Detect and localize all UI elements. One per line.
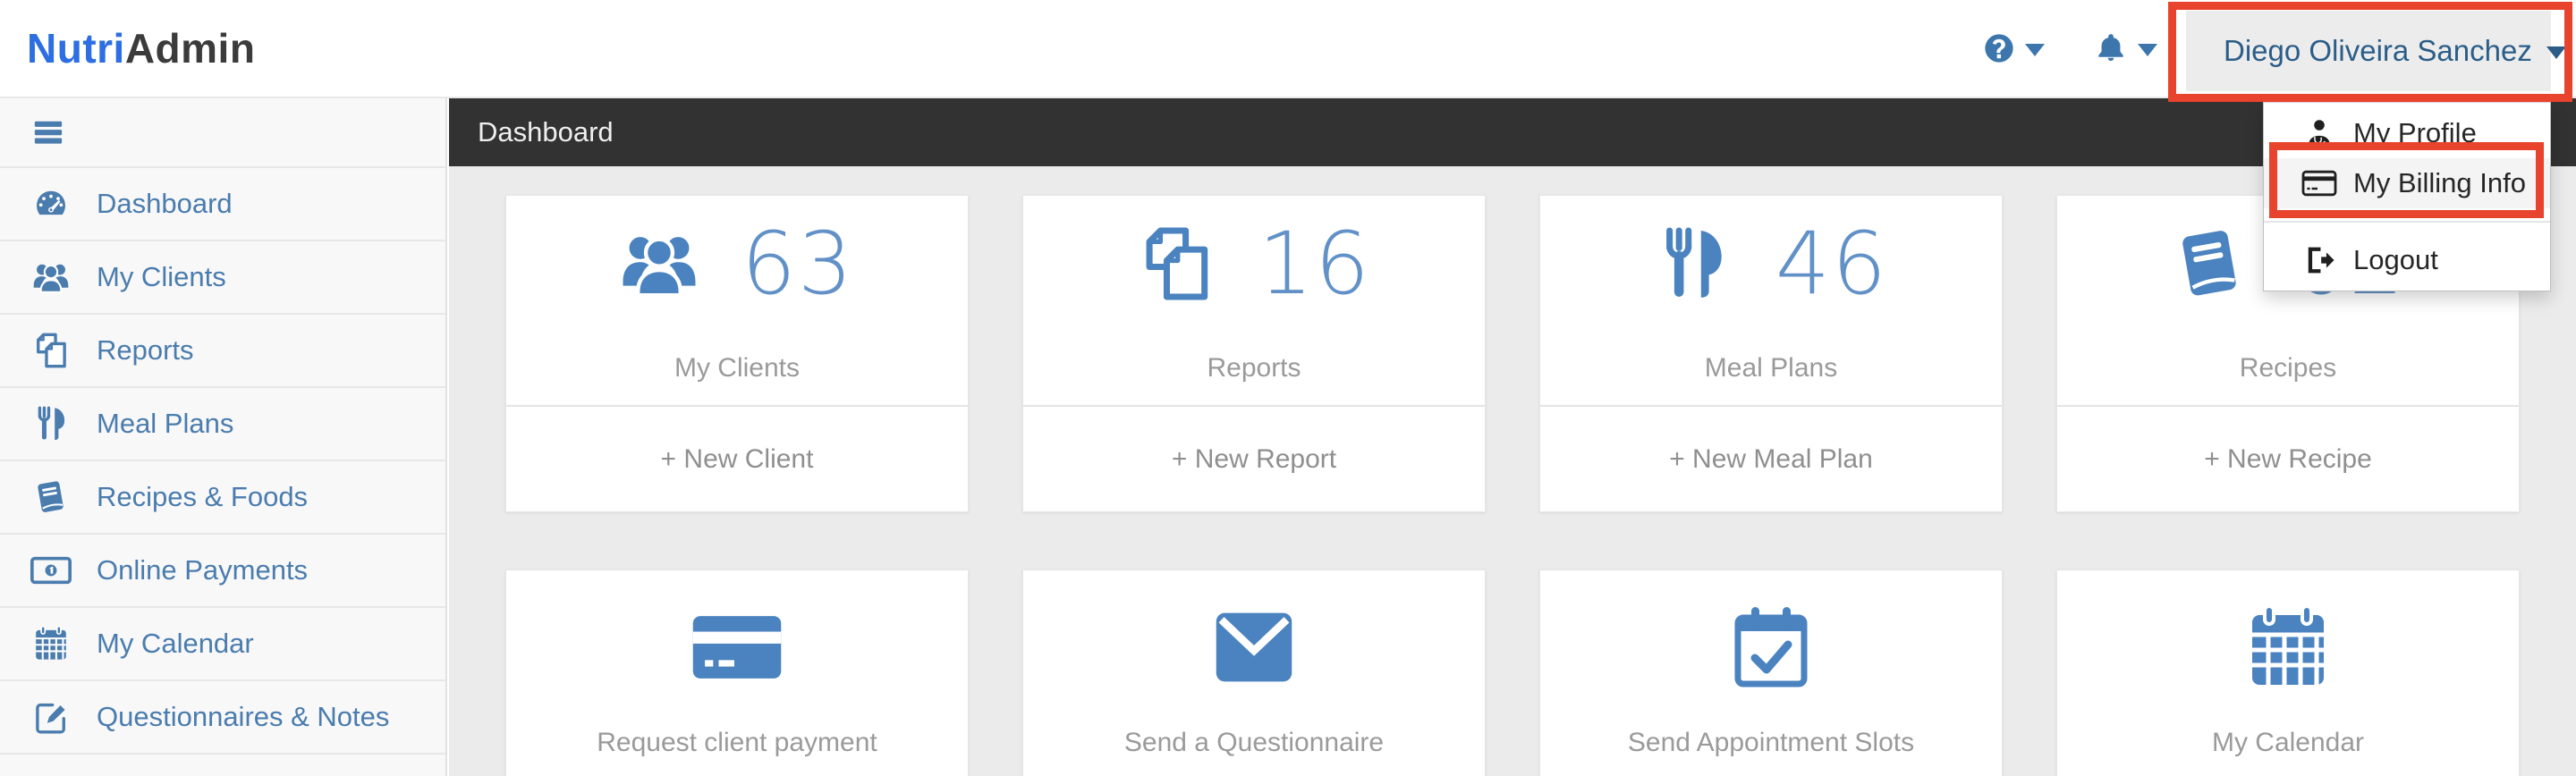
caret-down-icon (2546, 46, 2566, 59)
sign-out-icon (2301, 244, 2337, 276)
stat-label: Recipes (2239, 353, 2337, 383)
top-navbar: NutriAdmin Diego Oliveira Sanchez (0, 0, 2576, 98)
stat-label: My Clients (674, 353, 801, 383)
stat-card-grid: 63 My Clients + New Client 16 Reports + … (505, 195, 2520, 512)
pencil-square-icon (30, 698, 72, 736)
stat-card-body[interactable]: 46 Meal Plans (1540, 196, 2002, 405)
caret-down-icon (2138, 44, 2157, 56)
menu-item-label: Logout (2353, 244, 2438, 275)
app-logo[interactable]: NutriAdmin (27, 24, 255, 72)
sidebar-item-label: My Clients (97, 261, 226, 292)
stat-card-body[interactable]: 63 My Clients (506, 196, 968, 405)
copy-pages-icon (1137, 224, 1216, 303)
sidebar-item-my-calendar[interactable]: My Calendar (0, 608, 445, 681)
sidebar-item-questionnaires-notes[interactable]: Questionnaires & Notes (0, 681, 445, 755)
envelope-icon (1211, 609, 1297, 686)
user-menu-button[interactable]: Diego Oliveira Sanchez (2186, 11, 2566, 91)
user-name: Diego Oliveira Sanchez (2224, 34, 2532, 67)
action-card-label: Send Appointment Slots (1627, 728, 1915, 757)
calendar-icon (30, 625, 72, 662)
cutlery-icon (30, 405, 72, 443)
action-card-request-client-payment[interactable]: Request client payment (505, 569, 969, 776)
stat-card-meal-plans[interactable]: 46 Meal Plans + New Meal Plan (1539, 195, 2003, 512)
sidebar-item-label: Dashboard (97, 188, 233, 219)
user-dropdown-menu: My Profile My Billing Info Logout (2263, 102, 2551, 291)
help-menu-button[interactable] (1984, 0, 2045, 97)
action-card-send-appointment-slots[interactable]: Send Appointment Slots (1539, 569, 2003, 776)
sidebar-item-dashboard[interactable]: Dashboard (0, 168, 445, 241)
dashboard-content: 63 My Clients + New Client 16 Reports + … (449, 166, 2576, 776)
new-meal-plan-button[interactable]: + New Meal Plan (1540, 405, 2002, 511)
help-circle-icon (1984, 33, 2014, 63)
menu-item-label: My Billing Info (2353, 167, 2526, 198)
cutlery-icon (1654, 224, 1733, 303)
logo-text-secondary: Admin (124, 25, 256, 72)
sidebar-item-online-payments[interactable]: Online Payments (0, 535, 445, 608)
calendar-icon (2243, 603, 2333, 692)
stat-card-body[interactable]: 16 Reports (1023, 196, 1485, 405)
user-md-icon (2301, 117, 2337, 149)
sidebar-item-label: Questionnaires & Notes (97, 701, 390, 732)
sidebar-item-recipes-foods[interactable]: Recipes & Foods (0, 461, 445, 535)
users-group-icon (620, 224, 699, 303)
nutriadmin-app: NutriAdmin Diego Oliveira Sanchez Dashbo… (0, 0, 2576, 776)
stat-label: Meal Plans (1704, 353, 1838, 383)
menu-item-label: My Profile (2353, 117, 2477, 148)
action-card-label: Request client payment (597, 728, 877, 757)
dashboard-gauge-icon (30, 185, 72, 223)
credit-card-icon (691, 612, 784, 682)
bell-icon (2095, 32, 2127, 64)
hamburger-icon (30, 116, 66, 148)
page-title-bar: Dashboard (449, 98, 2576, 166)
action-card-label: Send a Questionnaire (1123, 728, 1385, 757)
sidebar: Dashboard My Clients Reports Meal Plans … (0, 98, 447, 776)
logo-text-primary: Nutri (27, 25, 125, 72)
sidebar-item-my-clients[interactable]: My Clients (0, 241, 445, 315)
action-card-my-calendar[interactable]: My Calendar (2056, 569, 2520, 776)
new-recipe-button[interactable]: + New Recipe (2057, 405, 2519, 511)
sidebar-item-label: Online Payments (97, 554, 309, 586)
menu-item-my-billing-info[interactable]: My Billing Info (2264, 158, 2550, 208)
stat-card-reports[interactable]: 16 Reports + New Report (1022, 195, 1486, 512)
book-icon (2171, 224, 2250, 303)
stat-label: Reports (1207, 353, 1301, 383)
sidebar-item-label: Reports (97, 334, 194, 366)
menu-item-my-profile[interactable]: My Profile (2264, 108, 2550, 158)
stat-value: 63 (741, 214, 855, 314)
copy-pages-icon (30, 332, 72, 369)
calendar-check-icon (1726, 603, 1816, 692)
sidebar-item-reports[interactable]: Reports (0, 315, 445, 388)
action-card-label: My Calendar (2211, 728, 2365, 757)
notifications-menu-button[interactable] (2095, 0, 2157, 97)
menu-item-logout[interactable]: Logout (2264, 235, 2550, 285)
action-card-send-questionnaire[interactable]: Send a Questionnaire (1022, 569, 1486, 776)
sidebar-item-meal-plans[interactable]: Meal Plans (0, 388, 445, 461)
stat-value: 46 (1775, 214, 1889, 314)
sidebar-item-label: Recipes & Foods (97, 481, 309, 512)
page-title: Dashboard (478, 116, 614, 148)
money-bill-icon (30, 552, 72, 589)
book-icon (30, 478, 72, 516)
menu-divider (2264, 221, 2550, 223)
action-card-grid: Request client payment Send a Questionna… (505, 569, 2520, 776)
new-client-button[interactable]: + New Client (506, 405, 968, 511)
new-report-button[interactable]: + New Report (1023, 405, 1485, 511)
users-group-icon (30, 258, 72, 296)
caret-down-icon (2025, 44, 2045, 56)
credit-card-icon (2301, 167, 2337, 199)
sidebar-collapse-button[interactable] (0, 98, 445, 168)
sidebar-item-label: Meal Plans (97, 408, 234, 439)
stat-value: 16 (1258, 214, 1372, 314)
sidebar-item-label: My Calendar (97, 628, 254, 659)
stat-card-my-clients[interactable]: 63 My Clients + New Client (505, 195, 969, 512)
